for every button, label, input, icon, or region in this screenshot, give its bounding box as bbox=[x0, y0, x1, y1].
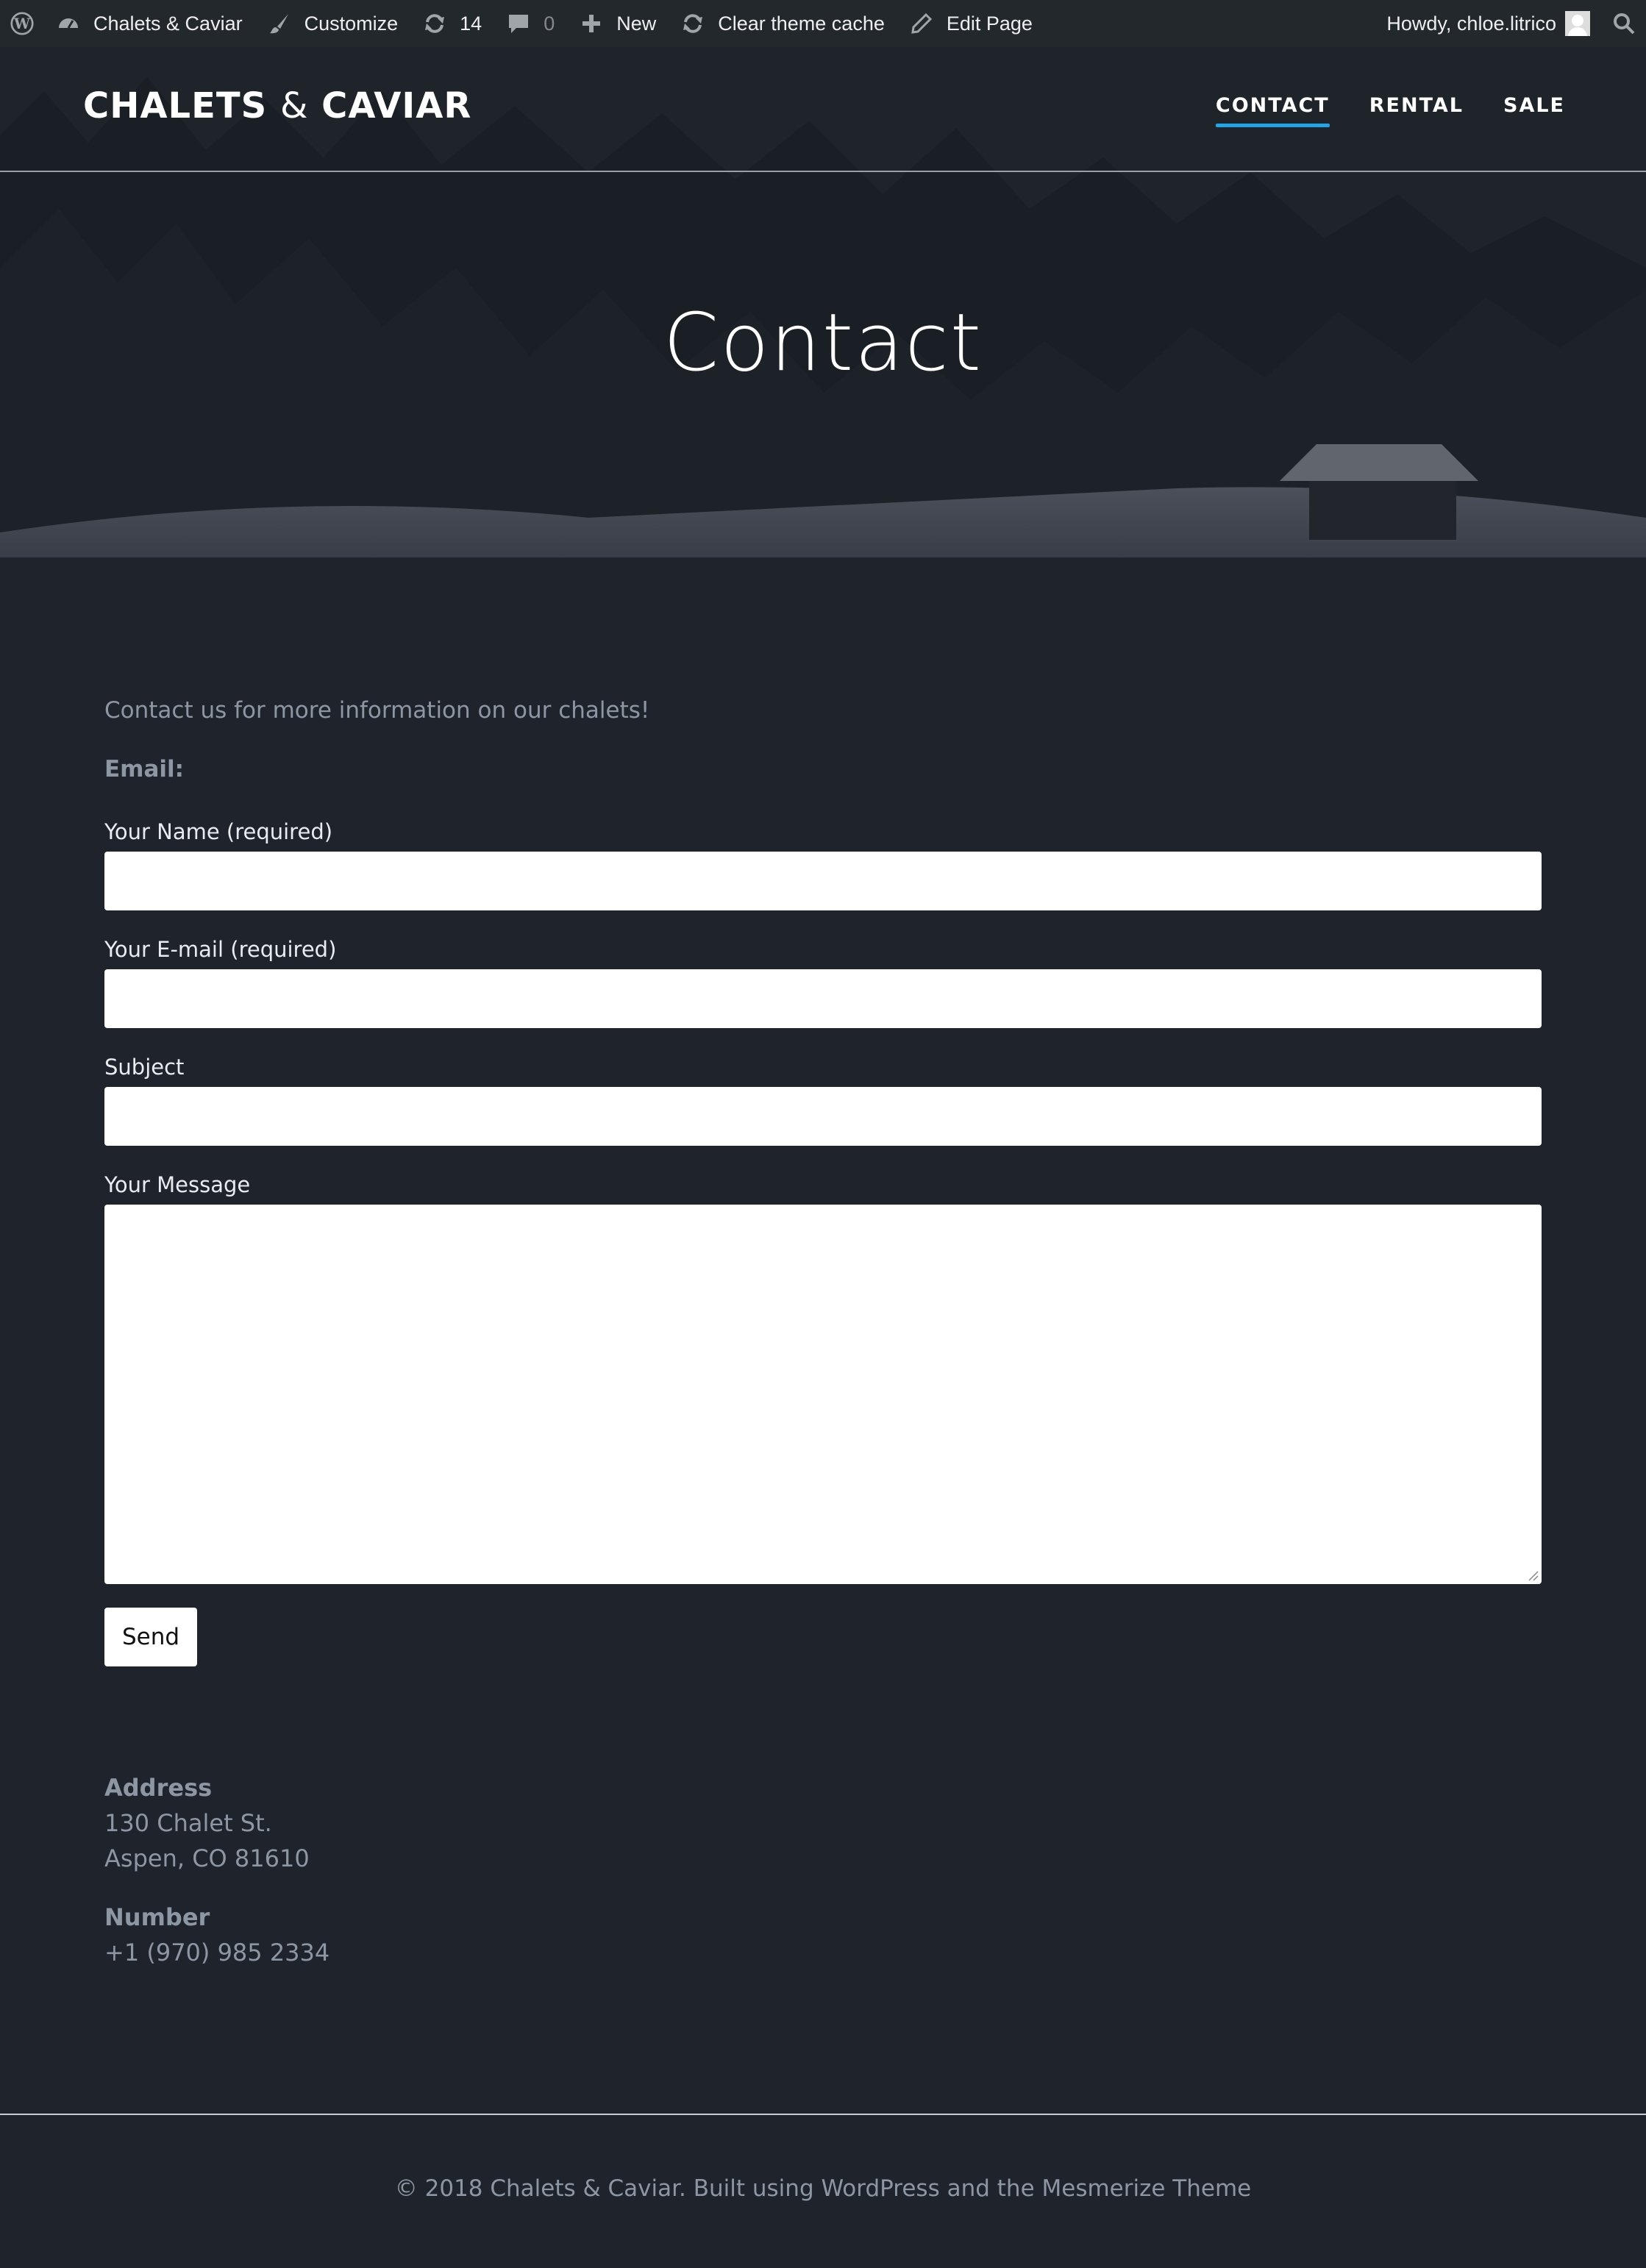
admin-search[interactable] bbox=[1602, 0, 1646, 47]
clear-cache-link[interactable]: Clear theme cache bbox=[669, 0, 897, 47]
address-heading: Address bbox=[104, 1774, 213, 1802]
resize-grip-icon[interactable] bbox=[1527, 1569, 1539, 1581]
search-icon bbox=[1612, 12, 1636, 35]
email-heading: Email: bbox=[104, 756, 185, 782]
page-title: Contact bbox=[663, 297, 983, 389]
new-content-link[interactable]: New bbox=[567, 0, 669, 47]
customize-link[interactable]: Customize bbox=[255, 0, 411, 47]
plus-icon bbox=[580, 12, 603, 35]
comments-count: 0 bbox=[544, 12, 555, 35]
updates-link[interactable]: 14 bbox=[410, 0, 494, 47]
number-heading: Number bbox=[104, 1903, 210, 1931]
brand-part1: CHALETS bbox=[83, 85, 280, 126]
admin-bar: W Chalets & Caviar Customize 14 0 New Cl… bbox=[0, 0, 1646, 47]
phone-number: +1 (970) 985 2334 bbox=[104, 1939, 330, 1966]
address-line-2: Aspen, CO 81610 bbox=[104, 1844, 310, 1872]
site-name-label: Chalets & Caviar bbox=[93, 12, 243, 35]
intro-text: Contact us for more information on our c… bbox=[104, 697, 650, 724]
nav-item-contact[interactable]: CONTACT bbox=[1215, 94, 1330, 127]
subject-field[interactable] bbox=[104, 1087, 1542, 1146]
refresh-icon bbox=[681, 12, 705, 35]
wordpress-menu[interactable]: W bbox=[0, 0, 44, 47]
customize-label: Customize bbox=[304, 12, 399, 35]
message-label: Your Message bbox=[104, 1172, 251, 1197]
subject-label: Subject bbox=[104, 1055, 185, 1080]
dashboard-icon bbox=[57, 12, 80, 35]
hero-section: CHALETS & CAVIAR CONTACT RENTAL SALE Con… bbox=[0, 47, 1646, 557]
edit-page-label: Edit Page bbox=[946, 12, 1033, 35]
site-logo[interactable]: CHALETS & CAVIAR bbox=[83, 85, 471, 126]
comment-icon bbox=[507, 12, 530, 35]
address-line-1: 130 Chalet St. bbox=[104, 1809, 272, 1837]
main-nav: CONTACT RENTAL SALE bbox=[1215, 94, 1565, 127]
email-field[interactable] bbox=[104, 969, 1542, 1028]
brand-ampersand: & bbox=[279, 85, 309, 126]
site-name-link[interactable]: Chalets & Caviar bbox=[44, 0, 255, 47]
updates-count: 14 bbox=[460, 12, 482, 35]
email-field-label: Your E-mail (required) bbox=[104, 937, 337, 962]
wordpress-icon: W bbox=[10, 12, 34, 35]
account-menu[interactable]: Howdy, chloe.litrico bbox=[1374, 0, 1602, 47]
brush-icon bbox=[268, 12, 291, 35]
send-button[interactable]: Send bbox=[104, 1608, 197, 1666]
svg-text:W: W bbox=[13, 15, 31, 32]
brand-part2: CAVIAR bbox=[308, 85, 472, 126]
header-divider bbox=[0, 171, 1646, 172]
pencil-icon bbox=[910, 12, 933, 35]
comments-link[interactable]: 0 bbox=[494, 0, 567, 47]
avatar bbox=[1565, 11, 1590, 36]
nav-item-rental[interactable]: RENTAL bbox=[1369, 94, 1464, 124]
name-label: Your Name (required) bbox=[104, 819, 333, 844]
edit-page-link[interactable]: Edit Page bbox=[897, 0, 1045, 47]
clear-cache-label: Clear theme cache bbox=[718, 12, 885, 35]
updates-icon bbox=[423, 12, 446, 35]
name-field[interactable] bbox=[104, 852, 1542, 910]
howdy-label: Howdy, chloe.litrico bbox=[1386, 12, 1556, 35]
footer-text: © 2018 Chalets & Caviar. Built using Wor… bbox=[394, 2175, 1252, 2202]
message-textarea[interactable] bbox=[104, 1205, 1542, 1584]
footer-divider bbox=[0, 2114, 1646, 2115]
nav-item-sale[interactable]: SALE bbox=[1503, 94, 1565, 124]
new-label: New bbox=[616, 12, 657, 35]
